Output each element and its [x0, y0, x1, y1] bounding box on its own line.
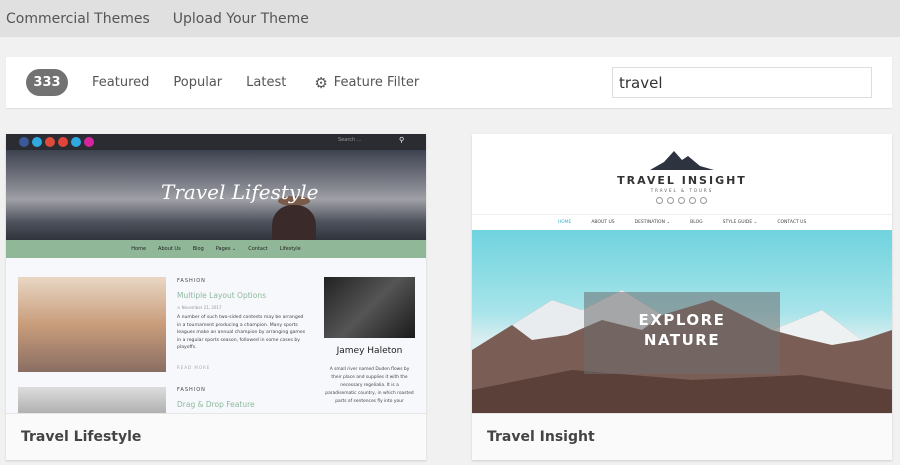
preview-header: TRAVEL INSIGHT TRAVEL & TOURS [472, 134, 892, 214]
preview-nav-item: Lifestyle [279, 246, 301, 252]
twitter-icon [667, 197, 674, 204]
instagram-icon [84, 137, 94, 147]
facebook-icon [656, 197, 663, 204]
theme-count-badge: 333 [26, 69, 68, 96]
commercial-themes-link[interactable]: Commercial Themes [6, 11, 150, 27]
profile-name: Jamey Haleton [336, 346, 403, 356]
post-category: FASHION [177, 278, 206, 284]
tab-popular[interactable]: Popular [173, 75, 222, 90]
preview-nav-item: ABOUT US [591, 220, 615, 225]
preview-nav-item: About Us [158, 246, 181, 252]
filter-bar: 333 Featured Popular Latest ⚙ Feature Fil… [6, 57, 892, 108]
preview-nav-item: CONTACT US [777, 220, 807, 225]
preview-nav-item: HOME [557, 220, 572, 225]
preview-nav-item: DESTINATION ⌄ [634, 220, 671, 225]
youtube-icon [58, 137, 68, 147]
theme-card-travel-insight[interactable]: TRAVEL INSIGHT TRAVEL & TOURS HOME ABOUT… [472, 134, 892, 460]
theme-name[interactable]: Travel Insight [472, 413, 892, 460]
preview-nav-item: Pages ⌄ [215, 246, 237, 252]
hero-caption: EXPLORE NATURE [584, 292, 780, 374]
theme-screenshot[interactable]: TRAVEL INSIGHT TRAVEL & TOURS HOME ABOUT… [472, 134, 892, 413]
twitter-icon [32, 137, 42, 147]
theme-card-travel-lifestyle[interactable]: Search ... ⚲ Travel Lifestyle Home About… [6, 134, 426, 460]
preview-search: Search ... [338, 137, 362, 143]
post-image [18, 387, 166, 413]
social-icons [656, 197, 707, 204]
preview-nav-item: Blog [192, 246, 204, 252]
preview-topbar: Search ... ⚲ [6, 134, 426, 150]
preview-nav: HOME ABOUT US DESTINATION ⌄ BLOG STYLE G… [472, 214, 892, 230]
feature-filter-label: Feature Filter [333, 75, 420, 90]
gear-icon: ⚙ [314, 73, 328, 92]
hero-line-1: EXPLORE [638, 311, 726, 329]
tab-latest[interactable]: Latest [246, 75, 286, 90]
theme-screenshot[interactable]: Search ... ⚲ Travel Lifestyle Home About… [6, 134, 426, 413]
post-title: Drag & Drop Feature [177, 400, 255, 409]
read-more: READ MORE [177, 365, 211, 370]
search-icon: ⚲ [399, 136, 405, 144]
preview-logo: TRAVEL INSIGHT [617, 174, 747, 187]
preview-hero: Travel Lifestyle [6, 150, 426, 261]
post-excerpt: A number of such two-sided contests may … [177, 315, 306, 350]
skype-icon [71, 137, 81, 147]
feature-filter-button[interactable]: ⚙ Feature Filter [314, 74, 419, 92]
preview-nav-item: Contact [248, 246, 268, 252]
preview-nav-item: STYLE GUIDE ⌄ [722, 220, 758, 225]
preview-nav-item: BLOG [690, 220, 703, 225]
preview-logo: Travel Lifestyle [161, 180, 319, 204]
post-date: ⊙ November 21, 2017 [177, 305, 222, 310]
profile-bio: A small river named Duden flows by their… [325, 367, 414, 404]
instagram-icon [689, 197, 696, 204]
email-icon [700, 197, 707, 204]
hero-line-2: NATURE [643, 331, 721, 349]
post-image [18, 277, 166, 372]
mountain-logo-icon [650, 151, 714, 170]
preview-nav-item: Home [131, 246, 147, 252]
preview-hero: EXPLORE NATURE [472, 230, 892, 413]
upload-theme-link[interactable]: Upload Your Theme [173, 11, 309, 27]
linkedin-icon [678, 197, 685, 204]
preview-nav: Home About Us Blog Pages ⌄ Contact Lifes… [6, 240, 426, 258]
post-title: Multiple Layout Options [177, 291, 266, 300]
tab-featured[interactable]: Featured [92, 75, 149, 90]
google-plus-icon [45, 137, 55, 147]
theme-name[interactable]: Travel Lifestyle [6, 413, 426, 460]
preview-tagline: TRAVEL & TOURS [650, 188, 714, 193]
search-input[interactable] [612, 67, 872, 98]
facebook-icon [19, 137, 29, 147]
post-category: FASHION [177, 387, 206, 393]
profile-image [324, 277, 415, 338]
top-nav: Commercial Themes Upload Your Theme [0, 0, 900, 37]
